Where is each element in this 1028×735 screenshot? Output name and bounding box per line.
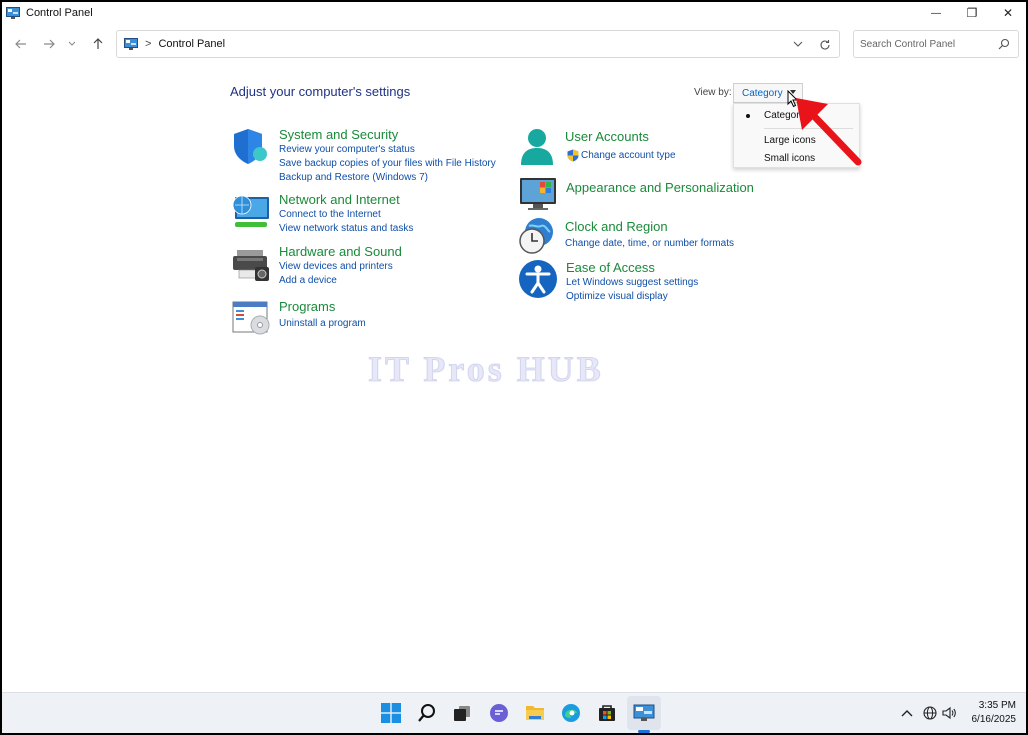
back-arrow-icon xyxy=(15,39,26,49)
annotation-arrow-icon xyxy=(796,98,862,166)
view-by-label: View by: xyxy=(694,87,732,98)
selected-bullet-icon xyxy=(746,114,750,118)
show-hidden-icons-button[interactable] xyxy=(899,705,915,721)
programs-icon xyxy=(232,301,270,335)
store-button[interactable] xyxy=(595,701,619,725)
minimize-button[interactable]: — xyxy=(918,2,954,24)
category-link[interactable]: Backup and Restore (Windows 7) xyxy=(279,172,428,183)
task-view-button[interactable] xyxy=(450,701,474,725)
file-explorer-icon xyxy=(526,706,544,720)
restore-icon: ❐ xyxy=(966,6,978,20)
refresh-icon xyxy=(820,40,830,50)
search-box[interactable] xyxy=(853,30,1019,58)
category-title[interactable]: Ease of Access xyxy=(566,260,655,275)
breadcrumb-separator[interactable]: > xyxy=(145,38,151,50)
system-clock[interactable]: 3:35 PM 6/16/2025 xyxy=(964,699,1017,727)
breadcrumb[interactable]: Control Panel xyxy=(158,38,225,50)
clock-globe-icon xyxy=(519,218,553,254)
up-arrow-icon xyxy=(93,38,103,49)
category-link[interactable]: Uninstall a program xyxy=(279,318,366,329)
taskbar: 3:35 PM 6/16/2025 xyxy=(2,692,1026,733)
category-link[interactable]: Change account type xyxy=(581,150,676,161)
forward-button[interactable] xyxy=(39,34,59,54)
category-link[interactable]: Connect to the Internet xyxy=(279,209,381,220)
edge-button[interactable] xyxy=(559,701,583,725)
user-icon xyxy=(521,129,553,165)
title-bar: Control Panel — ❐ ✕ xyxy=(2,2,1026,24)
close-button[interactable]: ✕ xyxy=(990,2,1026,24)
category-title[interactable]: Hardware and Sound xyxy=(279,244,402,259)
search-input[interactable] xyxy=(860,38,990,50)
category-title[interactable]: Network and Internet xyxy=(279,192,400,207)
printer-icon xyxy=(233,250,269,281)
appearance-icon xyxy=(520,178,556,210)
forward-arrow-icon xyxy=(44,39,55,49)
category-link[interactable]: Let Windows suggest settings xyxy=(566,277,698,288)
clock-time: 3:35 PM xyxy=(978,700,1016,711)
watermark: IT Pros HUB xyxy=(368,349,604,390)
chevron-up-icon xyxy=(901,710,913,717)
minimize-icon: — xyxy=(931,7,941,19)
chevron-down-icon xyxy=(68,41,76,46)
control-panel-window: Control Panel — ❐ ✕ > Control Panel Sear… xyxy=(2,2,1026,733)
category-link[interactable]: View devices and printers xyxy=(279,261,393,272)
clock-date: 6/16/2025 xyxy=(971,714,1017,725)
category-link[interactable]: Change date, time, or number formats xyxy=(565,238,734,249)
page-title: Adjust your computer's settings xyxy=(230,84,411,99)
category-title[interactable]: User Accounts xyxy=(565,129,649,144)
category-link[interactable]: View network status and tasks xyxy=(279,223,413,234)
network-button[interactable] xyxy=(922,705,938,721)
view-by-value: Category xyxy=(742,87,783,99)
category-title[interactable]: System and Security xyxy=(279,127,398,142)
category-link[interactable]: Review your computer's status xyxy=(279,144,415,155)
chat-button[interactable] xyxy=(487,701,511,725)
category-link[interactable]: Add a device xyxy=(279,275,337,286)
category-title[interactable]: Clock and Region xyxy=(565,219,668,234)
speaker-icon xyxy=(942,706,956,720)
active-app-indicator xyxy=(638,730,650,733)
back-button[interactable] xyxy=(11,34,31,54)
category-link[interactable]: Save backup copies of your files with Fi… xyxy=(279,158,496,169)
category-title[interactable]: Programs xyxy=(279,299,335,314)
category-link[interactable]: Optimize visual display xyxy=(566,291,668,302)
volume-button[interactable] xyxy=(941,705,957,721)
address-history-button[interactable] xyxy=(791,37,805,51)
file-explorer-button[interactable] xyxy=(523,701,547,725)
search-icon[interactable] xyxy=(998,38,1010,50)
uac-shield-icon xyxy=(567,149,579,162)
globe-icon xyxy=(923,706,937,720)
control-panel-icon xyxy=(633,704,655,721)
control-panel-icon xyxy=(124,38,138,50)
task-view-icon xyxy=(454,706,470,721)
up-button[interactable] xyxy=(88,34,108,54)
teams-chat-icon xyxy=(490,704,508,722)
chevron-down-icon xyxy=(793,41,803,47)
start-button[interactable] xyxy=(379,701,403,725)
address-bar[interactable]: > Control Panel xyxy=(116,30,840,58)
start-icon xyxy=(381,703,401,723)
search-icon xyxy=(418,704,435,722)
search-taskbar-button[interactable] xyxy=(415,701,439,725)
control-panel-taskbar-button[interactable] xyxy=(627,696,661,730)
restore-button[interactable]: ❐ xyxy=(954,2,990,24)
control-panel-icon xyxy=(6,7,20,19)
store-icon xyxy=(599,705,615,721)
window-title: Control Panel xyxy=(26,7,93,19)
security-shield-icon xyxy=(234,129,267,164)
category-title[interactable]: Appearance and Personalization xyxy=(566,180,754,195)
recent-locations-button[interactable] xyxy=(65,34,79,54)
accessibility-icon xyxy=(519,260,557,298)
navigation-bar: > Control Panel xyxy=(2,30,1026,60)
edge-icon xyxy=(562,704,580,722)
close-icon: ✕ xyxy=(1002,6,1014,20)
network-globe-icon xyxy=(232,195,269,227)
refresh-button[interactable] xyxy=(817,37,833,53)
